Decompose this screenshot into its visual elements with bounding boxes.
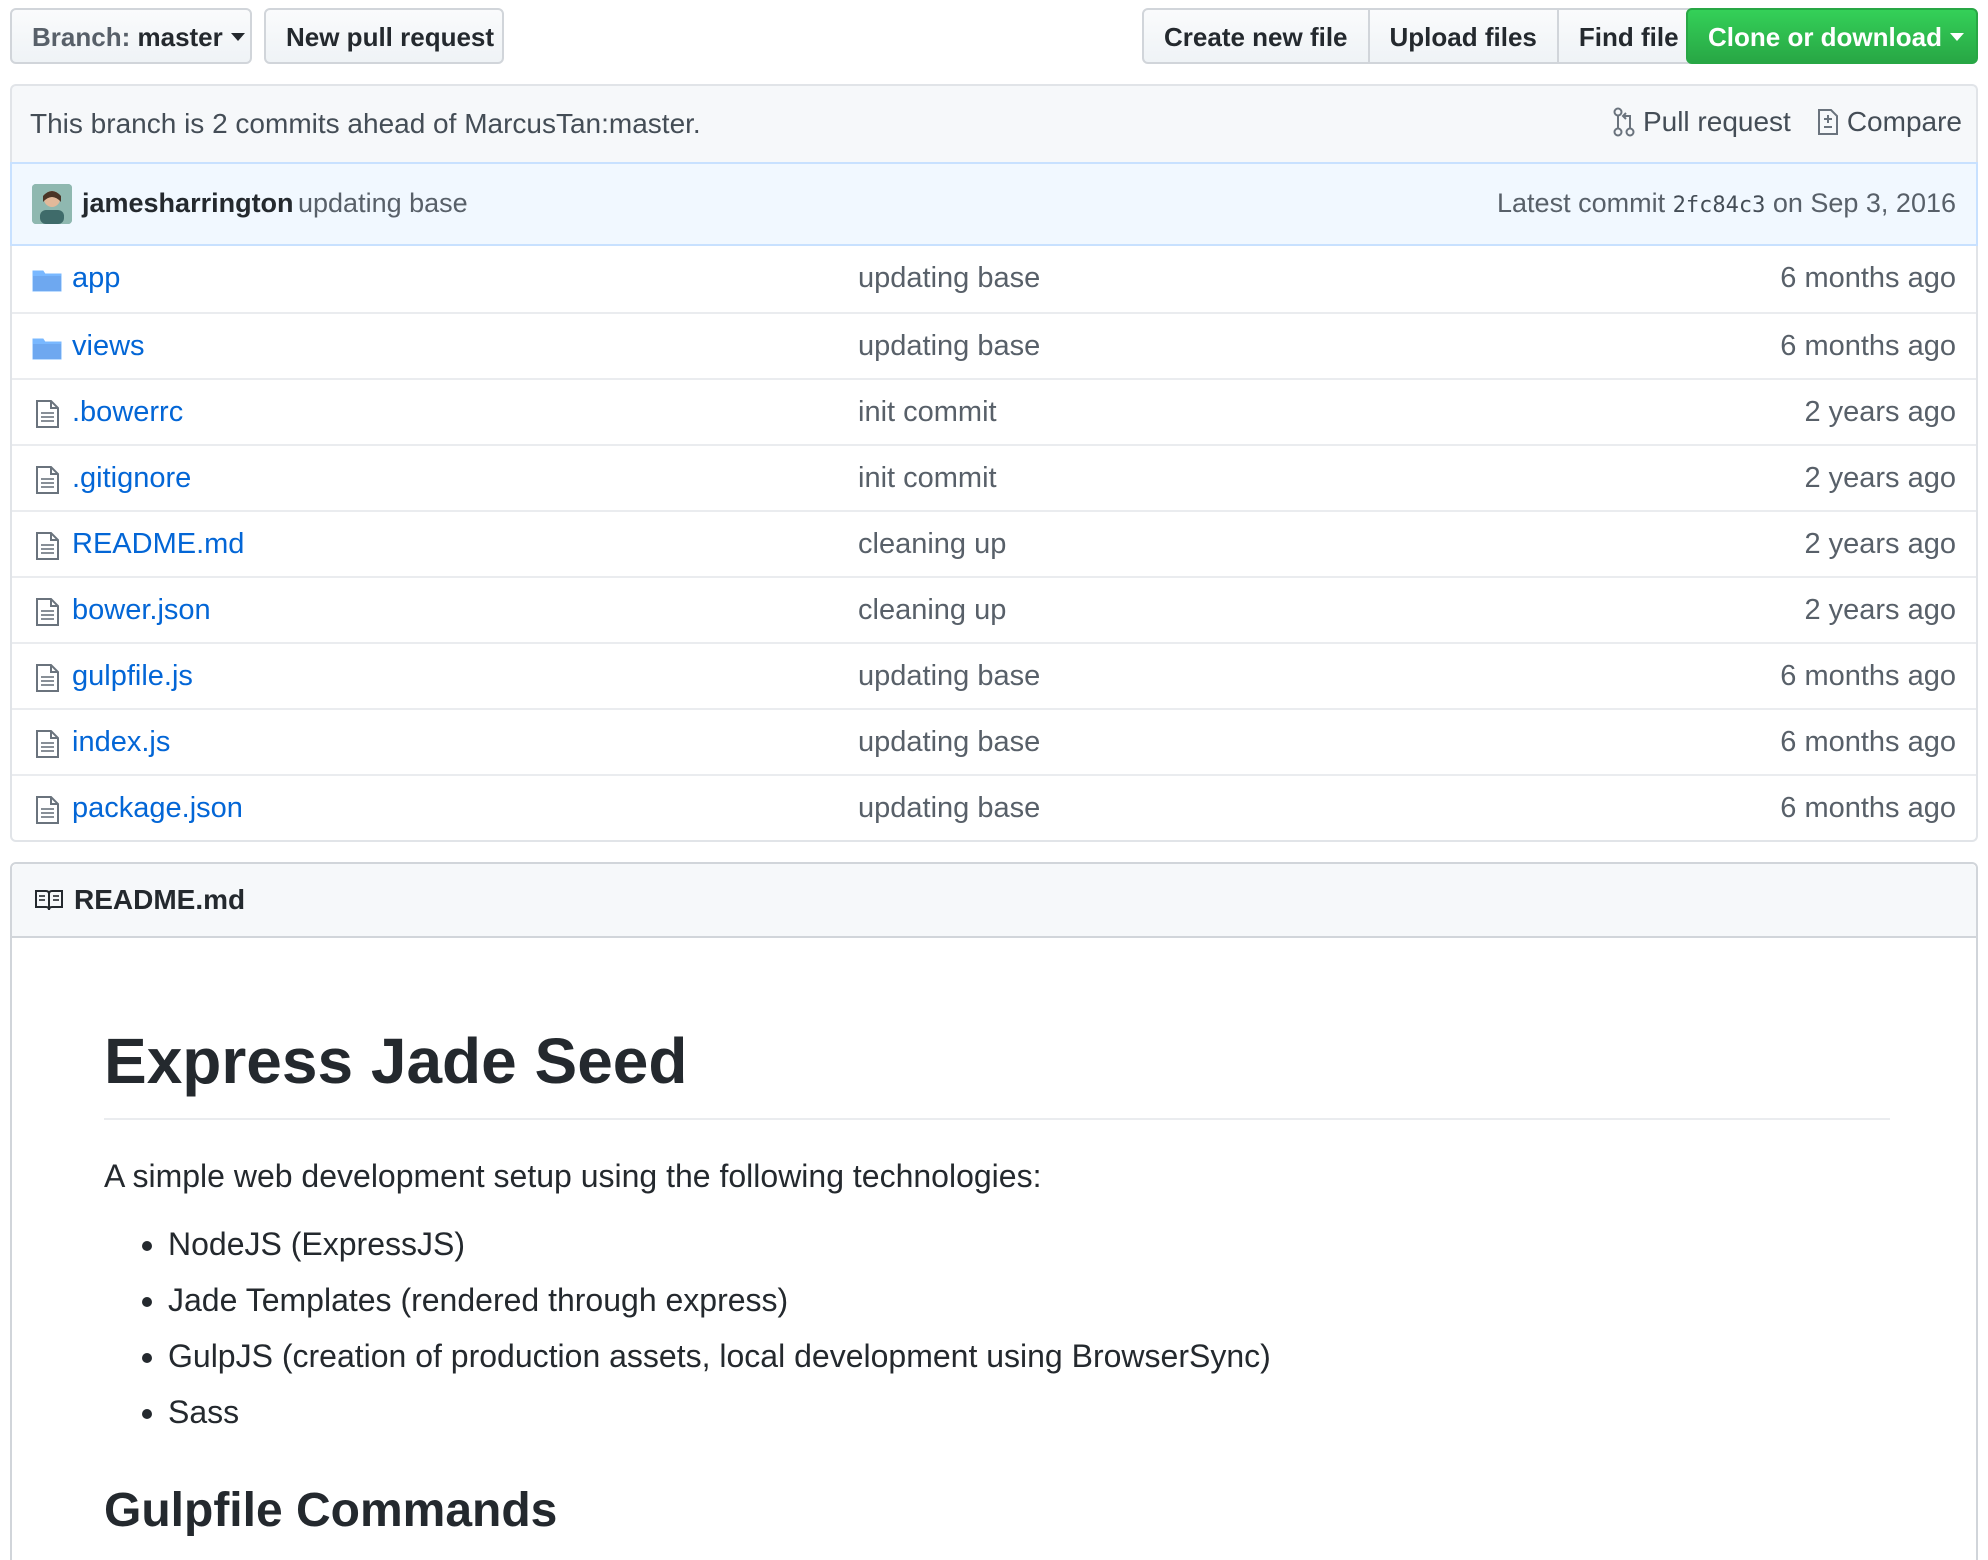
file-icon [32, 399, 62, 429]
table-row: .bowerrc init commit 2 years ago [12, 378, 1976, 444]
clone-or-download-button[interactable]: Clone or download [1686, 8, 1978, 64]
file-icon [32, 663, 62, 693]
table-row: bower.json cleaning up 2 years ago [12, 576, 1976, 642]
pull-request-label: Pull request [1642, 106, 1791, 137]
readme-heading: Express Jade Seed [104, 1024, 1890, 1120]
caret-down-icon [1950, 33, 1964, 42]
latest-commit-bar: jamesharrington updating base Latest com… [10, 162, 1978, 246]
upload-files-button[interactable]: Upload files [1367, 8, 1559, 64]
readme-panel: README.md Express Jade Seed A simple web… [10, 862, 1978, 1560]
file-commit-message-link[interactable]: cleaning up [858, 594, 1006, 627]
readme-filename: README.md [74, 884, 246, 915]
file-commit-age: 2 years ago [1804, 594, 1956, 626]
file-commit-age: 6 months ago [1780, 792, 1956, 824]
commit-date: on Sep 3, 2016 [1772, 188, 1956, 218]
list-item: Sass [168, 1391, 1890, 1433]
repo-toolbar: Branch: master New pull request Create n… [10, 8, 1978, 64]
file-commit-message-link[interactable]: updating base [858, 660, 1040, 693]
file-name-link[interactable]: app [72, 262, 120, 295]
compare-links: Pull request Compare [1613, 106, 1962, 138]
folder-icon [32, 333, 62, 363]
table-row: gulpfile.js updating base 6 months ago [12, 642, 1976, 708]
create-new-file-button[interactable]: Create new file [1142, 8, 1370, 64]
list-item: Jade Templates (rendered through express… [168, 1279, 1890, 1321]
file-commit-message-link[interactable]: updating base [858, 792, 1040, 825]
file-icon [32, 465, 62, 495]
table-row: index.js updating base 6 months ago [12, 708, 1976, 774]
file-name-link[interactable]: README.md [72, 528, 244, 561]
readme-subheading: Gulpfile Commands [104, 1484, 558, 1537]
branch-status-message: This branch is 2 commits ahead of Marcus… [30, 108, 701, 139]
git-pull-request-icon [1613, 107, 1635, 137]
file-list: app updating base 6 months ago views updatin… [10, 246, 1978, 842]
file-name-link[interactable]: package.json [72, 792, 243, 825]
file-name-link[interactable]: views [72, 330, 145, 363]
readme-header: README.md [12, 864, 1976, 938]
file-icon [32, 531, 62, 561]
file-commit-age: 6 months ago [1780, 660, 1956, 692]
file-commit-message-link[interactable]: cleaning up [858, 528, 1006, 561]
latest-commit-label: Latest commit [1497, 188, 1666, 218]
compare-link[interactable]: Compare [1817, 106, 1962, 138]
diff-icon [1817, 109, 1838, 135]
readme-content: Express Jade Seed A simple web developme… [104, 1024, 1890, 1538]
compare-label: Compare [1846, 106, 1962, 137]
table-row: package.json updating base 6 months ago [12, 774, 1976, 840]
caret-down-icon [230, 33, 245, 42]
folder-icon [32, 265, 62, 295]
file-actions-group: Create new file Upload files Find file [1142, 8, 1701, 64]
find-file-button[interactable]: Find file [1556, 8, 1701, 64]
file-commit-age: 2 years ago [1804, 462, 1956, 494]
clone-label: Clone or download [1708, 22, 1942, 52]
commit-author-link[interactable]: jamesharrington [82, 188, 294, 219]
file-name-link[interactable]: gulpfile.js [72, 660, 193, 693]
file-commit-message-link[interactable]: init commit [858, 462, 997, 495]
commit-message-link[interactable]: updating base [298, 188, 468, 219]
branch-compare-bar: This branch is 2 commits ahead of Marcus… [10, 84, 1978, 162]
file-commit-message-link[interactable]: updating base [858, 262, 1040, 295]
file-commit-age: 6 months ago [1780, 330, 1956, 362]
file-icon [32, 795, 62, 825]
avatar[interactable] [32, 184, 72, 224]
file-commit-message-link[interactable]: init commit [858, 396, 997, 429]
file-name-link[interactable]: index.js [72, 726, 170, 759]
new-pull-request-button[interactable]: New pull request [264, 8, 504, 64]
table-row: README.md cleaning up 2 years ago [12, 510, 1976, 576]
file-icon [32, 597, 62, 627]
file-name-link[interactable]: bower.json [72, 594, 211, 627]
commit-sha-link[interactable]: 2fc84c3 [1673, 193, 1766, 218]
file-commit-age: 2 years ago [1804, 396, 1956, 428]
list-item: GulpJS (creation of production assets, l… [168, 1335, 1890, 1377]
table-row: app updating base 6 months ago [12, 246, 1976, 312]
file-commit-age: 2 years ago [1804, 528, 1956, 560]
book-icon [35, 890, 63, 911]
file-commit-age: 6 months ago [1780, 262, 1956, 294]
branch-prefix: Branch: [32, 22, 131, 52]
readme-tech-list: NodeJS (ExpressJS) Jade Templates (rende… [104, 1223, 1890, 1433]
table-row: views updating base 6 months ago [12, 312, 1976, 378]
pull-request-link[interactable]: Pull request [1613, 106, 1791, 138]
file-commit-message-link[interactable]: updating base [858, 726, 1040, 759]
list-item: NodeJS (ExpressJS) [168, 1223, 1890, 1265]
table-row: .gitignore init commit 2 years ago [12, 444, 1976, 510]
branch-name: master [137, 22, 223, 52]
file-icon [32, 729, 62, 759]
readme-intro: A simple web development setup using the… [104, 1158, 1042, 1194]
branch-select-button[interactable]: Branch: master [10, 8, 252, 64]
file-commit-age: 6 months ago [1780, 726, 1956, 758]
file-name-link[interactable]: .bowerrc [72, 396, 183, 429]
file-commit-message-link[interactable]: updating base [858, 330, 1040, 363]
latest-commit-info: Latest commit 2fc84c3 on Sep 3, 2016 [1497, 188, 1956, 219]
file-name-link[interactable]: .gitignore [72, 462, 191, 495]
